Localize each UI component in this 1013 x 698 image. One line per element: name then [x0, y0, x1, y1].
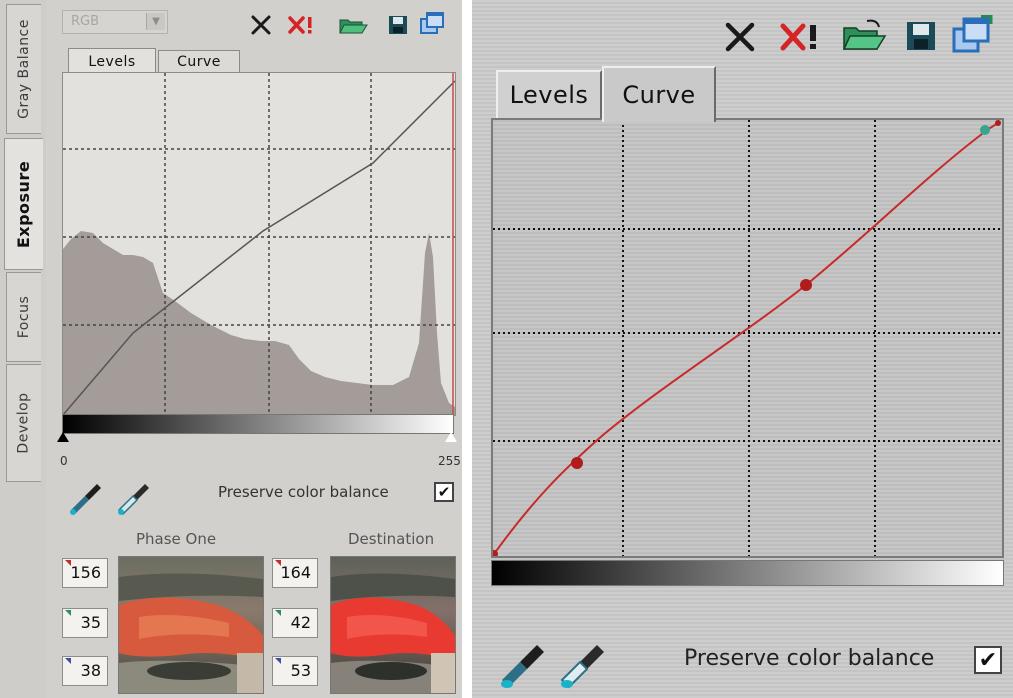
red-tick-icon: [65, 560, 71, 566]
source-red-value: 156: [62, 558, 108, 588]
input-gradient-bar: [62, 414, 454, 434]
dest-title: Destination: [348, 530, 435, 548]
open-folder-icon[interactable]: [840, 18, 888, 54]
tone-curve: [493, 121, 1001, 555]
dest-blue-value: 53: [272, 656, 318, 686]
levels-histogram[interactable]: [62, 72, 456, 416]
tab-exposure[interactable]: Exposure: [4, 138, 43, 270]
picker-light-icon[interactable]: [556, 640, 610, 692]
tab-curve-label: Curve: [622, 81, 696, 109]
tab-develop[interactable]: Develop: [6, 364, 41, 482]
green-tick-icon: [275, 610, 281, 616]
white-point-slider[interactable]: [445, 432, 457, 442]
curve-point: [800, 279, 812, 291]
channel-select[interactable]: RGB ▼: [62, 10, 168, 34]
save-disk-icon[interactable]: [904, 18, 938, 54]
source-green-value: 35: [62, 608, 108, 638]
tab-levels-label: Levels: [88, 53, 136, 70]
left-panel: Gray Balance Exposure Focus Develop RGB …: [0, 0, 462, 698]
green-tick-icon: [65, 610, 71, 616]
cancel-icon[interactable]: [722, 20, 760, 54]
input-gradient-bar: [491, 560, 1004, 586]
picker-dark-icon[interactable]: [496, 640, 550, 692]
picker-dark-icon[interactable]: [66, 480, 106, 518]
blue-tick-icon: [65, 658, 71, 664]
dest-green-text: 42: [290, 613, 311, 632]
tab-levels-label: Levels: [509, 81, 589, 109]
destination-thumbnail: [330, 556, 456, 694]
tab-curve[interactable]: Curve: [158, 50, 240, 73]
black-point-slider[interactable]: [57, 432, 69, 442]
cancel-icon[interactable]: [248, 12, 274, 38]
tab-gray-balance[interactable]: Gray Balance: [6, 4, 41, 134]
save-disk-icon[interactable]: [386, 12, 410, 38]
dest-red-value: 164: [272, 558, 318, 588]
cancel-all-icon[interactable]: [286, 12, 320, 38]
source-title: Phase One: [136, 530, 217, 548]
tab-levels[interactable]: Levels: [496, 70, 602, 118]
dest-green-value: 42: [272, 608, 318, 638]
source-red-text: 156: [70, 563, 101, 582]
curve-point: [995, 120, 1001, 126]
tab-gray-balance-label: Gray Balance: [16, 19, 33, 119]
curve-endpoint: [980, 125, 990, 135]
channel-select-value: RGB: [71, 14, 100, 29]
source-blue-value: 38: [62, 656, 108, 686]
copy-windows-icon[interactable]: [950, 14, 994, 56]
vertical-tab-bar: Gray Balance Exposure Focus Develop: [0, 0, 46, 698]
cancel-all-icon[interactable]: [778, 20, 824, 54]
dest-red-text: 164: [280, 563, 311, 582]
preserve-balance-label-right: Preserve color balance: [684, 646, 935, 671]
red-tick-icon: [275, 560, 281, 566]
tab-exposure-label: Exposure: [14, 160, 34, 248]
copy-windows-icon[interactable]: [418, 10, 446, 38]
preserve-balance-checkbox-left[interactable]: ✔: [434, 482, 454, 502]
histogram-shape: [63, 231, 455, 415]
tab-focus[interactable]: Focus: [6, 272, 41, 362]
tab-curve-label: Curve: [177, 54, 221, 70]
source-blue-text: 38: [80, 661, 101, 680]
chevron-down-icon[interactable]: ▼: [146, 13, 165, 30]
preserve-balance-label-left: Preserve color balance: [218, 483, 389, 501]
preserve-balance-checkbox-right[interactable]: ✔: [974, 646, 1002, 674]
tab-curve[interactable]: Curve: [602, 66, 716, 122]
axis-min-label: 0: [60, 454, 68, 468]
tab-levels[interactable]: Levels: [68, 48, 156, 74]
tab-develop-label: Develop: [16, 392, 33, 454]
source-thumbnail: [118, 556, 264, 694]
tab-focus-label: Focus: [16, 295, 33, 339]
source-green-text: 35: [80, 613, 101, 632]
picker-light-icon[interactable]: [114, 480, 154, 518]
curve-point: [571, 457, 583, 469]
open-folder-icon[interactable]: [336, 12, 370, 38]
curve-editor[interactable]: [491, 118, 1004, 558]
dest-blue-text: 53: [290, 661, 311, 680]
blue-tick-icon: [275, 658, 281, 664]
axis-max-label: 255: [438, 454, 461, 468]
